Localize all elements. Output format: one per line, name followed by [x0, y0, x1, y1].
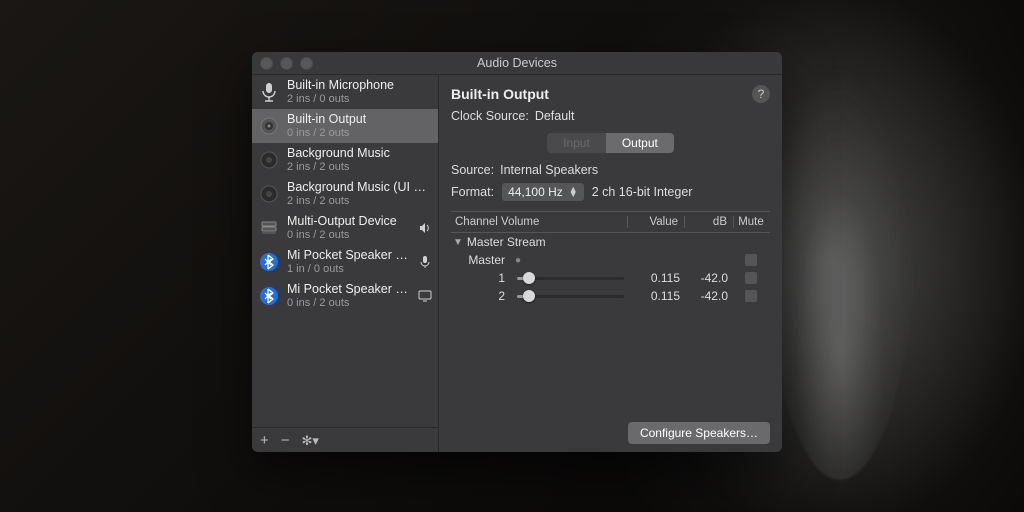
- configure-speakers-button[interactable]: Configure Speakers…: [628, 422, 770, 444]
- sidebar-toolbar: + − ✻▾: [252, 427, 438, 452]
- col-db: dB: [685, 216, 734, 228]
- source-label: Source:: [451, 163, 494, 177]
- clock-source-value: Default: [535, 109, 575, 123]
- device-title: Built-in Output: [451, 86, 549, 102]
- titlebar[interactable]: Audio Devices: [252, 52, 782, 75]
- circle-icon: [258, 183, 280, 205]
- mic-icon: [258, 81, 280, 103]
- device-name: Background Music (UI So…: [287, 180, 432, 194]
- device-row[interactable]: ▶Multi-Output Device0 ins / 2 outs: [252, 211, 438, 245]
- channel-row: 1 0.115-42.0: [451, 269, 770, 287]
- device-name: Built-in Microphone: [287, 78, 394, 92]
- channel-row: 2 0.115-42.0: [451, 287, 770, 305]
- io-tabs: Input Output: [547, 133, 674, 153]
- audio-devices-window: Audio Devices Built-in Microphone2 ins /…: [252, 52, 782, 452]
- tab-input: Input: [547, 133, 606, 153]
- channel-db: -42.0: [686, 271, 734, 285]
- channel-db: -42.0: [686, 289, 734, 303]
- channel-value: 0.115: [630, 271, 686, 285]
- speaker-indicator-icon: [418, 221, 432, 235]
- device-row[interactable]: Mi Pocket Speaker 2 20 ins / 2 outs: [252, 279, 438, 313]
- device-list: Built-in Microphone2 ins / 0 outsBuilt-i…: [252, 75, 438, 427]
- channel-label: Master: [453, 253, 511, 267]
- channel-value: 0.115: [630, 289, 686, 303]
- device-name: Mi Pocket Speaker 2 2: [287, 282, 411, 296]
- format-label: Format:: [451, 185, 494, 199]
- device-name: Multi-Output Device: [287, 214, 397, 228]
- col-value: Value: [628, 216, 685, 228]
- device-name: Background Music: [287, 146, 390, 160]
- disclosure-icon[interactable]: ▼: [453, 237, 463, 248]
- device-row[interactable]: Background Music2 ins / 2 outs: [252, 143, 438, 177]
- volume-slider[interactable]: [517, 289, 624, 303]
- sample-rate-value: 44,100 Hz: [508, 185, 563, 199]
- master-stream-label: Master Stream: [467, 235, 546, 249]
- remove-device-button[interactable]: −: [281, 433, 290, 448]
- tab-output[interactable]: Output: [606, 133, 674, 153]
- device-io-summary: 1 in / 0 outs: [287, 263, 411, 276]
- clock-source-label: Clock Source:: [451, 109, 529, 123]
- device-io-summary: 2 ins / 0 outs: [287, 93, 394, 106]
- window-title: Audio Devices: [252, 56, 782, 70]
- volume-slider[interactable]: [517, 271, 624, 285]
- format-description: 2 ch 16-bit Integer: [592, 185, 693, 199]
- channel-label: 2: [453, 289, 511, 303]
- channel-row: Master ●: [451, 251, 770, 269]
- circle-icon: [258, 149, 280, 171]
- device-row[interactable]: Mi Pocket Speaker 2 11 in / 0 outs: [252, 245, 438, 279]
- device-io-summary: 2 ins / 2 outs: [287, 161, 390, 174]
- source-value: Internal Speakers: [500, 163, 598, 177]
- mute-checkbox[interactable]: [745, 272, 757, 284]
- device-sidebar: Built-in Microphone2 ins / 0 outsBuilt-i…: [252, 75, 439, 452]
- stack-icon: [258, 217, 280, 239]
- bluetooth-icon: [258, 251, 280, 273]
- detail-pane: Built-in Output ? Clock Source: Default …: [439, 75, 782, 452]
- stepper-icon: ▲▼: [569, 187, 578, 198]
- add-device-button[interactable]: +: [260, 433, 269, 448]
- device-io-summary: 0 ins / 2 outs: [287, 297, 411, 310]
- channel-volume-table: Channel Volume Value dB Mute ▼ Master St…: [451, 211, 770, 305]
- col-mute: Mute: [734, 216, 768, 228]
- device-name: Built-in Output: [287, 112, 366, 126]
- help-button[interactable]: ?: [752, 85, 770, 103]
- mute-checkbox[interactable]: [745, 254, 757, 266]
- mute-checkbox[interactable]: [745, 290, 757, 302]
- actions-menu-button[interactable]: ✻▾: [302, 434, 319, 447]
- channel-label: 1: [453, 271, 511, 285]
- device-row[interactable]: Built-in Output0 ins / 2 outs: [252, 109, 438, 143]
- device-row[interactable]: Built-in Microphone2 ins / 0 outs: [252, 75, 438, 109]
- master-knob-icon: ●: [515, 255, 521, 266]
- col-channel: Channel Volume: [453, 216, 628, 228]
- device-name: Mi Pocket Speaker 2 1: [287, 248, 411, 262]
- device-io-summary: 2 ins / 2 outs: [287, 195, 432, 208]
- device-io-summary: 0 ins / 2 outs: [287, 229, 397, 242]
- speaker-icon: [258, 115, 280, 137]
- device-row[interactable]: Background Music (UI So…2 ins / 2 outs: [252, 177, 438, 211]
- device-io-summary: 0 ins / 2 outs: [287, 127, 366, 140]
- mic-indicator-icon: [418, 255, 432, 269]
- bluetooth-icon: [258, 285, 280, 307]
- sample-rate-select[interactable]: 44,100 Hz ▲▼: [502, 183, 584, 201]
- display-indicator-icon: [418, 289, 432, 303]
